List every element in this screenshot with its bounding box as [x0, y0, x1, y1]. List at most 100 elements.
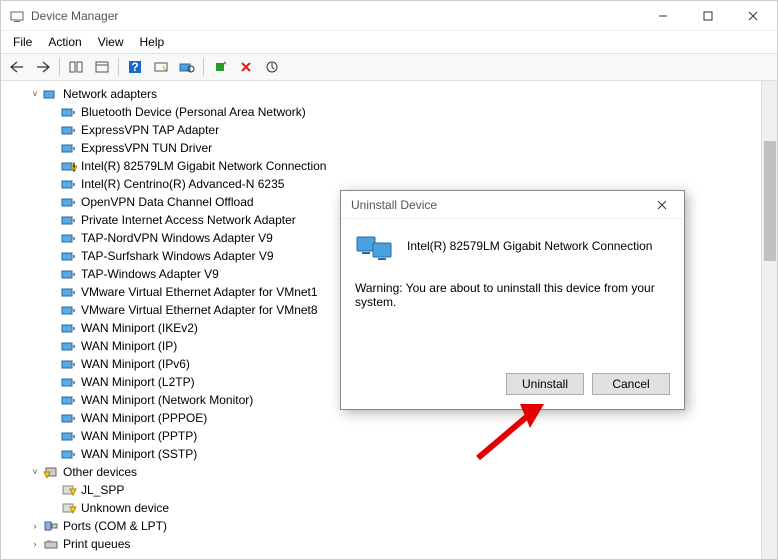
show-hide-console-button[interactable]	[64, 56, 88, 78]
device-icon	[61, 267, 77, 281]
close-button[interactable]	[730, 2, 775, 30]
device-icon	[61, 213, 77, 227]
menubar: File Action View Help	[1, 31, 777, 53]
menu-help[interactable]: Help	[132, 33, 173, 51]
forward-button[interactable]	[31, 56, 55, 78]
chevron-right-icon[interactable]: ›	[29, 520, 41, 532]
device-icon: !	[61, 159, 77, 173]
group-icon	[43, 465, 59, 479]
device-icon	[61, 483, 77, 497]
chevron-down-icon[interactable]: ˅	[29, 466, 41, 478]
app-icon	[9, 8, 25, 24]
device-label: VMware Virtual Ethernet Adapter for VMne…	[81, 285, 318, 299]
device-item[interactable]: Bluetooth Device (Personal Area Network)	[9, 103, 761, 121]
device-label: WAN Miniport (Network Monitor)	[81, 393, 253, 407]
group-label: Ports (COM & LPT)	[63, 519, 167, 533]
enable-device-button[interactable]	[208, 56, 232, 78]
device-label: Intel(R) 82579LM Gigabit Network Connect…	[81, 159, 326, 173]
device-item[interactable]: ExpressVPN TUN Driver	[9, 139, 761, 157]
device-icon	[61, 249, 77, 263]
group-label: Network adapters	[63, 87, 157, 101]
device-label: TAP-Surfshark Windows Adapter V9	[81, 249, 274, 263]
vertical-scrollbar[interactable]	[761, 81, 777, 559]
device-label: Unknown device	[81, 501, 169, 515]
group-icon	[43, 519, 59, 533]
back-button[interactable]	[5, 56, 29, 78]
device-icon	[61, 105, 77, 119]
device-label: WAN Miniport (PPPOE)	[81, 411, 207, 425]
device-label: TAP-Windows Adapter V9	[81, 267, 219, 281]
device-label: Bluetooth Device (Personal Area Network)	[81, 105, 306, 119]
device-item[interactable]: ! Intel(R) 82579LM Gigabit Network Connec…	[9, 157, 761, 175]
device-icon	[61, 501, 77, 515]
device-icon	[355, 233, 395, 263]
device-icon	[61, 393, 77, 407]
scan-hardware-button[interactable]	[175, 56, 199, 78]
properties-button[interactable]	[90, 56, 114, 78]
action-button[interactable]	[149, 56, 173, 78]
device-icon	[61, 357, 77, 371]
device-label: WAN Miniport (IP)	[81, 339, 177, 353]
tree-group-other-devices[interactable]: ˅Other devices	[9, 463, 761, 481]
dialog-buttons: Uninstall Cancel	[341, 363, 684, 409]
device-label: WAN Miniport (SSTP)	[81, 447, 197, 461]
scrollbar-thumb[interactable]	[764, 141, 776, 261]
menu-action[interactable]: Action	[40, 33, 89, 51]
device-item[interactable]: Unknown device	[9, 499, 761, 517]
help-button[interactable]: ?	[123, 56, 147, 78]
device-label: Intel(R) Centrino(R) Advanced-N 6235	[81, 177, 284, 191]
device-icon	[61, 141, 77, 155]
device-icon	[61, 177, 77, 191]
dialog-title: Uninstall Device	[351, 198, 644, 212]
device-label: ExpressVPN TUN Driver	[81, 141, 212, 155]
device-icon	[61, 429, 77, 443]
device-item[interactable]: WAN Miniport (PPPOE)	[9, 409, 761, 427]
uninstall-device-button[interactable]	[234, 56, 258, 78]
device-item[interactable]: WAN Miniport (PPTP)	[9, 427, 761, 445]
uninstall-dialog: Uninstall Device Intel(R) 82579LM Gigabi…	[340, 190, 685, 410]
menu-view[interactable]: View	[90, 33, 132, 51]
minimize-button[interactable]	[640, 2, 685, 30]
device-label: VMware Virtual Ethernet Adapter for VMne…	[81, 303, 318, 317]
tree-group-ports-com-lpt-[interactable]: › Ports (COM & LPT)	[9, 517, 761, 535]
tree-group-print-queues[interactable]: › Print queues	[9, 535, 761, 553]
uninstall-button[interactable]: Uninstall	[506, 373, 584, 395]
dialog-device-name: Intel(R) 82579LM Gigabit Network Connect…	[407, 233, 652, 253]
device-icon	[61, 321, 77, 335]
device-label: TAP-NordVPN Windows Adapter V9	[81, 231, 273, 245]
update-driver-button[interactable]	[260, 56, 284, 78]
device-label: WAN Miniport (IPv6)	[81, 357, 190, 371]
maximize-button[interactable]	[685, 2, 730, 30]
svg-text:!: !	[72, 160, 75, 172]
cancel-button[interactable]: Cancel	[592, 373, 670, 395]
device-label: JL_SPP	[81, 483, 124, 497]
menu-file[interactable]: File	[5, 33, 40, 51]
device-icon	[61, 231, 77, 245]
toolbar: ?	[1, 53, 777, 81]
chevron-right-icon[interactable]: ›	[29, 538, 41, 550]
dialog-titlebar: Uninstall Device	[341, 191, 684, 219]
device-label: ExpressVPN TAP Adapter	[81, 123, 219, 137]
device-icon	[61, 123, 77, 137]
group-label: Print queues	[63, 537, 130, 551]
device-label: WAN Miniport (IKEv2)	[81, 321, 198, 335]
chevron-down-icon[interactable]: ˅	[29, 88, 41, 100]
dialog-close-button[interactable]	[644, 193, 680, 217]
device-icon	[61, 303, 77, 317]
titlebar: Device Manager	[1, 1, 777, 31]
device-icon	[61, 447, 77, 461]
dialog-body: Intel(R) 82579LM Gigabit Network Connect…	[341, 219, 684, 363]
device-item[interactable]: WAN Miniport (SSTP)	[9, 445, 761, 463]
window-controls	[640, 2, 775, 30]
device-icon	[61, 285, 77, 299]
group-icon	[43, 87, 59, 101]
group-icon	[43, 537, 59, 551]
tree-group-network-adapters[interactable]: ˅ Network adapters	[9, 85, 761, 103]
device-item[interactable]: JL_SPP	[9, 481, 761, 499]
device-item[interactable]: ExpressVPN TAP Adapter	[9, 121, 761, 139]
device-icon	[61, 411, 77, 425]
svg-text:?: ?	[131, 60, 138, 74]
device-label: WAN Miniport (PPTP)	[81, 429, 197, 443]
dialog-warning-text: Warning: You are about to uninstall this…	[355, 281, 670, 309]
device-icon	[61, 195, 77, 209]
